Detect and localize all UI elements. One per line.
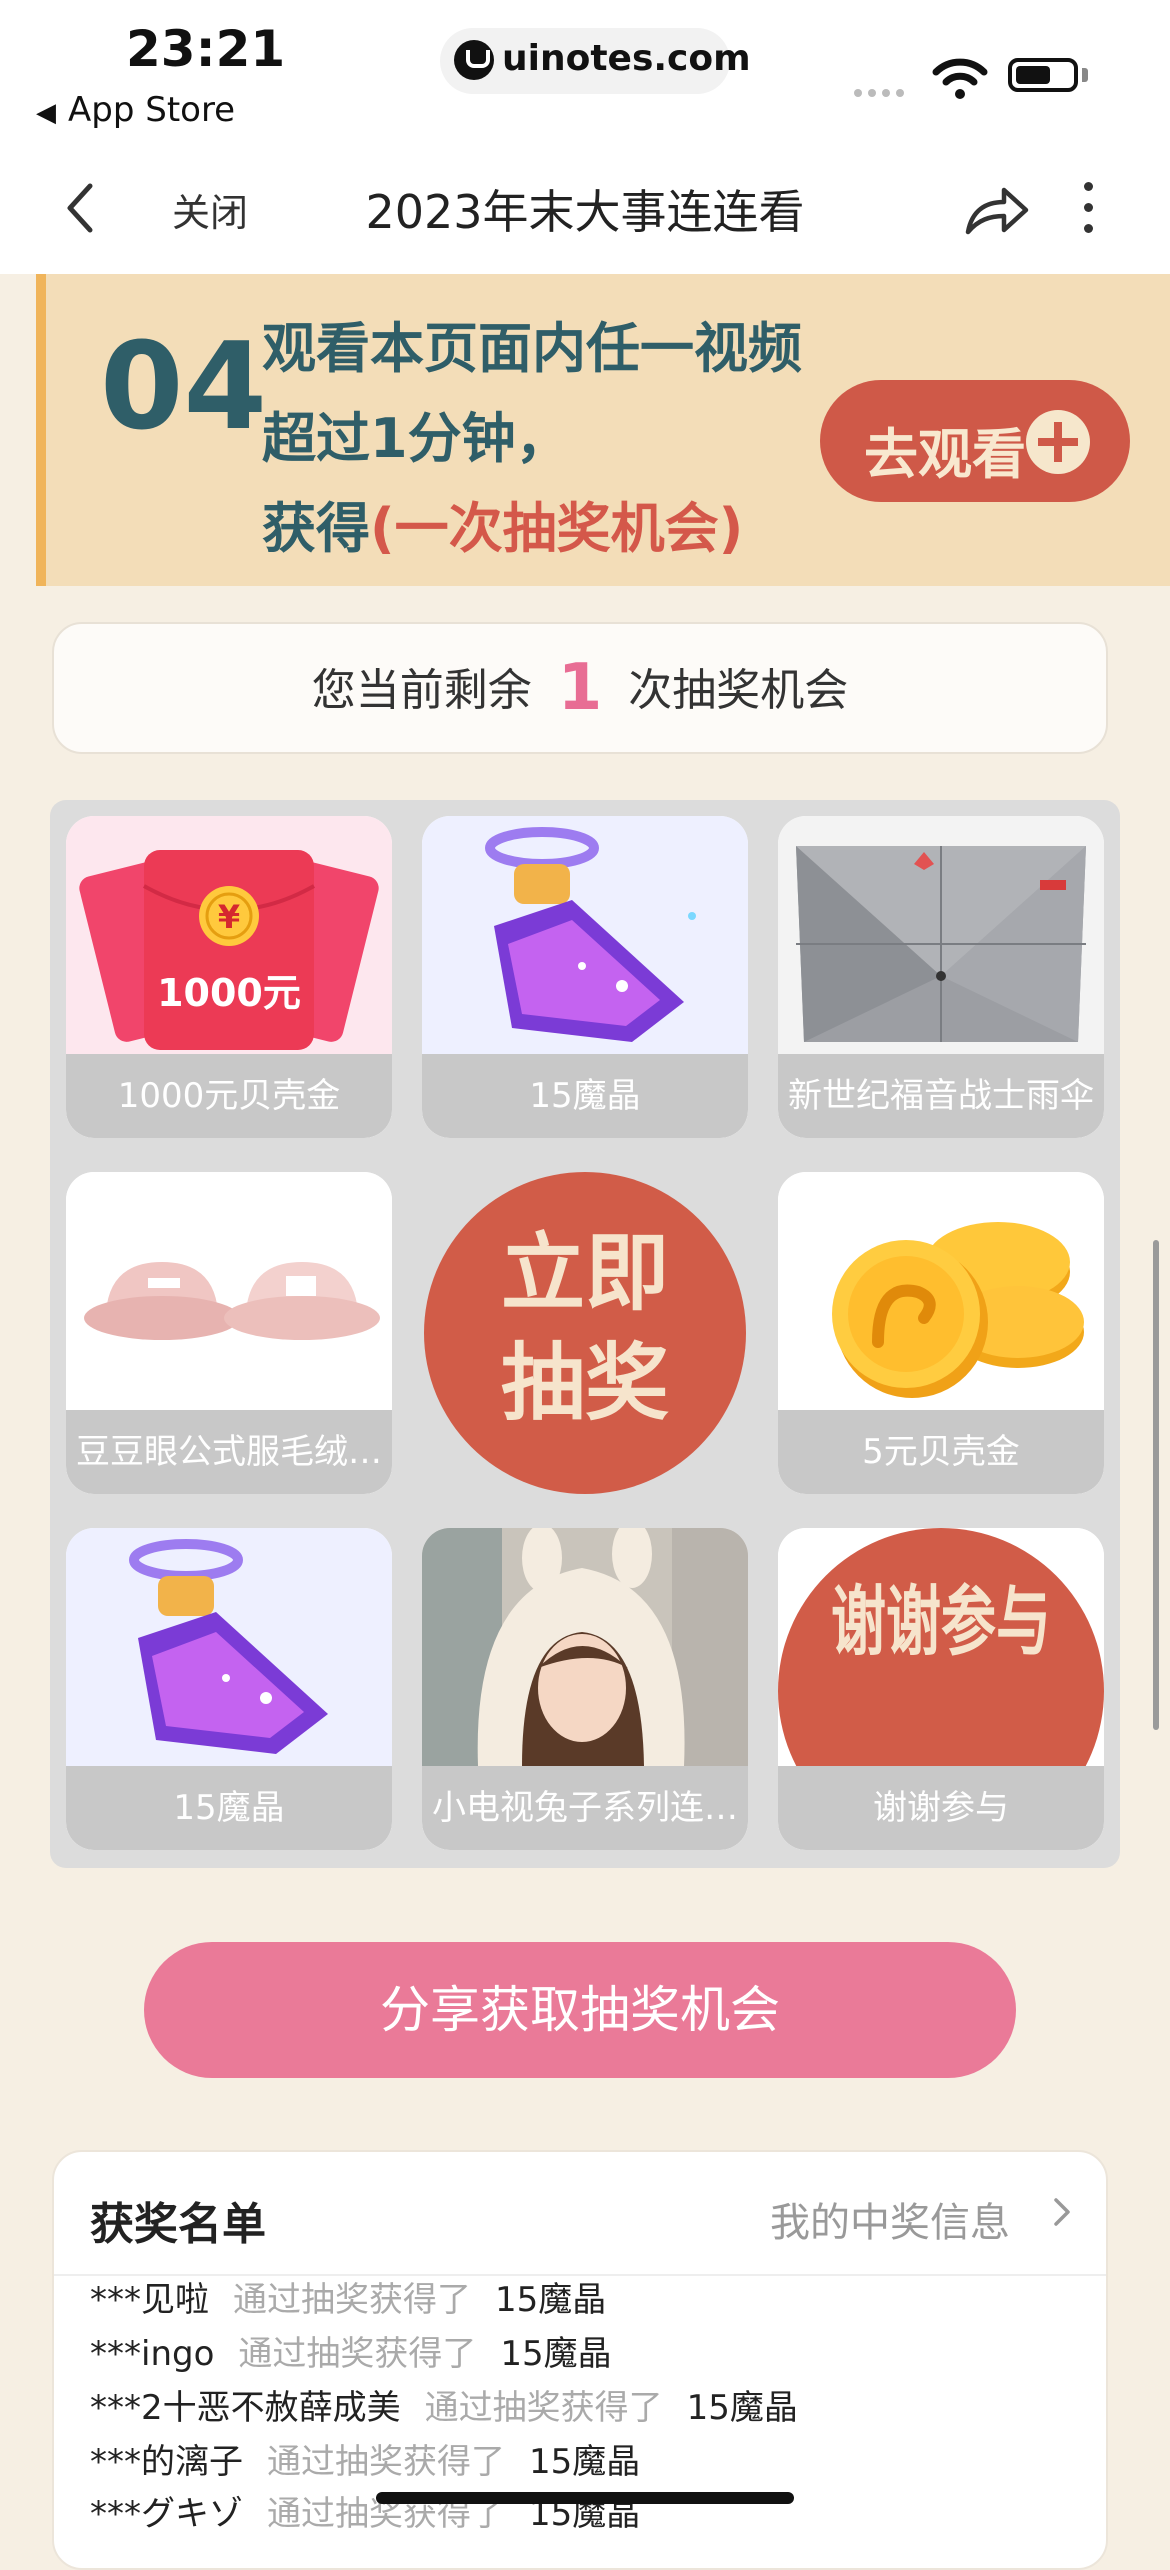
battery-cap [1082, 68, 1088, 82]
prize-label: 5元贝壳金 [778, 1410, 1104, 1494]
remaining-count: 1 [557, 651, 603, 725]
wifi-icon [932, 58, 988, 99]
site-logo-icon [454, 40, 494, 80]
page-title: 2023年末大事连连看 [365, 185, 805, 239]
battery-icon [1008, 58, 1078, 92]
task-reward-highlight: (一次抽奖机会) [370, 497, 744, 560]
gold-coins-image [778, 1172, 1104, 1410]
prize-cell-bunny-hoodie: 小电视兔子系列连… [422, 1528, 748, 1850]
remaining-chances-text: 您当前剩余 1 次抽奖机会 [52, 622, 1108, 754]
magic-potion-image [422, 816, 748, 1054]
prize-cell-gold-coins: 5元贝壳金 [778, 1172, 1104, 1494]
page-scrollbar[interactable] [1153, 1240, 1159, 1730]
prize-cell-umbrella: 新世纪福音战士雨伞 [778, 816, 1104, 1138]
prize-label: 新世纪福音战士雨伞 [778, 1054, 1104, 1138]
prize-label: 谢谢参与 [778, 1766, 1104, 1850]
prize-label: 小电视兔子系列连… [422, 1766, 748, 1850]
winner-prize: 15魔晶 [686, 2388, 798, 2428]
prize-cell-magic-crystal: 15魔晶 [422, 816, 748, 1138]
task-line-3-prefix: 获得 [262, 497, 370, 560]
remaining-suffix: 次抽奖机会 [628, 665, 849, 716]
prize-label: 1000元贝壳金 [66, 1054, 392, 1138]
back-app-label: App Store [68, 90, 236, 130]
task-line-2: 超过1分钟， [262, 407, 570, 470]
prize-label: 豆豆眼公式服毛绒… [66, 1410, 392, 1494]
winner-prize: 15魔晶 [529, 2442, 641, 2482]
close-button[interactable]: 关闭 [172, 182, 248, 237]
bucket-hat-image [66, 1172, 392, 1410]
share-for-chances-label: 分享获取抽奖机会 [380, 1981, 780, 2039]
winner-prize: 15魔晶 [500, 2334, 612, 2374]
thanks-art-text: 谢谢参与 [831, 1577, 1051, 1666]
back-chevron-icon[interactable] [60, 178, 100, 238]
prize-label: 15魔晶 [66, 1766, 392, 1850]
umbrella-image [778, 816, 1104, 1054]
winner-prize: 15魔晶 [495, 2280, 607, 2320]
winner-user: ***的漓子 [90, 2442, 243, 2482]
red-envelope-image: ¥ 1000元 [66, 816, 392, 1054]
prize-cell-bucket-hat: 豆豆眼公式服毛绒… [66, 1172, 392, 1494]
winner-action: 通过抽奖获得了 [233, 2280, 471, 2320]
winner-user: ***2十恶不赦薛成美 [90, 2388, 401, 2428]
prize-cell-thanks: 谢谢参与 谢谢参与 [778, 1528, 1104, 1850]
draw-now-label: 立即 抽奖 [424, 1218, 746, 1438]
winner-row: ***的漓子 通过抽奖获得了 15魔晶 [90, 2434, 640, 2483]
winner-row: ***2十恶不赦薛成美 通过抽奖获得了 15魔晶 [90, 2380, 798, 2429]
winner-user: ***グキゾ [90, 2494, 243, 2534]
my-prize-info-link[interactable]: 我的中奖信息 [770, 2190, 1010, 2248]
winners-title: 获奖名单 [90, 2199, 266, 2250]
task-line-3: 获得(一次抽奖机会) [262, 484, 802, 574]
bunny-hoodie-photo [422, 1528, 748, 1766]
back-to-app-link[interactable]: ◀ App Store [36, 90, 235, 130]
status-time: 23:21 [126, 20, 286, 78]
back-triangle-icon: ◀ [36, 98, 56, 128]
task-number: 04 [100, 318, 267, 457]
winner-action: 通过抽奖获得了 [424, 2388, 663, 2428]
winner-action: 通过抽奖获得了 [238, 2334, 477, 2374]
signal-dots-icon [854, 82, 914, 97]
svg-text:¥: ¥ [218, 898, 240, 936]
draw-now-line-2: 抽奖 [500, 1334, 669, 1432]
winner-row: ***ingo 通过抽奖获得了 15魔晶 [90, 2326, 612, 2375]
prize-cell-magic-crystal: 15魔晶 [66, 1528, 392, 1850]
prize-cell-red-envelope: ¥ 1000元 1000元贝壳金 [66, 816, 392, 1138]
winner-user: ***见啦 [90, 2280, 209, 2320]
prize-label: 15魔晶 [422, 1054, 748, 1138]
winner-row: ***见啦 通过抽奖获得了 15魔晶 [90, 2272, 606, 2321]
magic-potion-image [66, 1528, 392, 1766]
chevron-right-icon[interactable] [1050, 2194, 1074, 2230]
url-text: uinotes.com [502, 38, 751, 79]
winner-user: ***ingo [90, 2334, 215, 2374]
home-indicator[interactable] [376, 2492, 794, 2504]
share-icon[interactable] [962, 180, 1032, 240]
task-line-1: 观看本页面内任一视频 [262, 317, 802, 380]
task-description: 观看本页面内任一视频 超过1分钟， 获得(一次抽奖机会) [262, 304, 802, 574]
go-watch-label: 去观看 [864, 423, 1026, 486]
red-envelope-amount: 1000元 [157, 971, 301, 1015]
winner-action: 通过抽奖获得了 [267, 2442, 505, 2482]
remaining-prefix: 您当前剩余 [311, 665, 532, 716]
thanks-for-participating-image: 谢谢参与 [778, 1528, 1104, 1766]
more-options-icon[interactable] [1078, 182, 1098, 238]
draw-now-line-1: 立即 [500, 1224, 669, 1322]
plus-icon [1026, 410, 1090, 474]
